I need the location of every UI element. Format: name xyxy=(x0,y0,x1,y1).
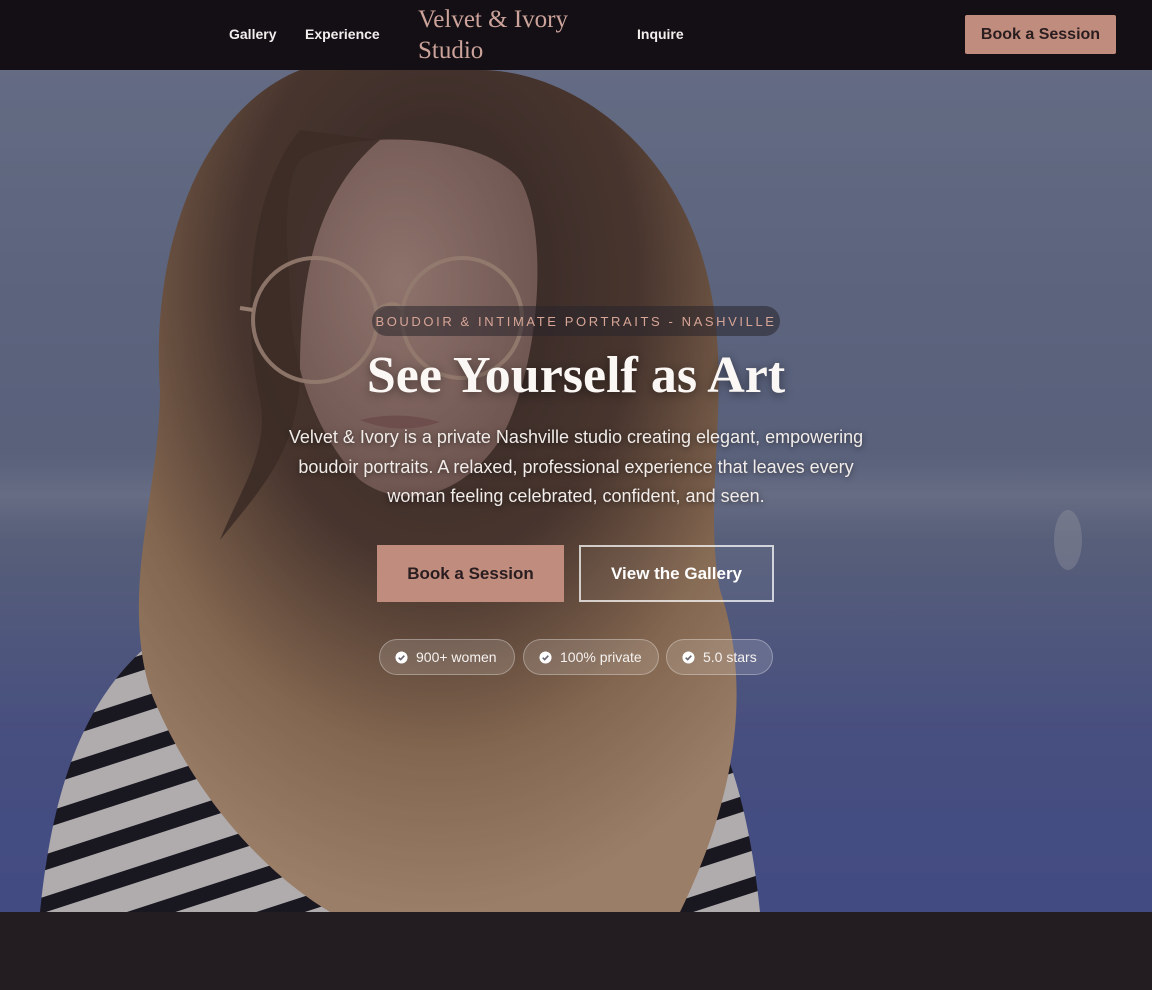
next-section xyxy=(0,912,1152,990)
check-circle-icon xyxy=(395,650,408,664)
trust-badge-rating: 5.0 stars xyxy=(666,639,773,675)
check-circle-icon xyxy=(682,650,695,664)
trust-badge-private: 100% private xyxy=(523,639,659,675)
hero-headline: See Yourself as Art xyxy=(366,347,786,404)
trust-badge-label: 900+ women xyxy=(416,649,497,665)
check-circle-icon xyxy=(539,650,552,664)
trust-badge-label: 5.0 stars xyxy=(703,649,757,665)
brand-logo[interactable]: Velvet & Ivory Studio xyxy=(418,4,608,66)
hero-book-session-button[interactable]: Book a Session xyxy=(377,545,564,602)
top-nav: Gallery Experience Velvet & Ivory Studio… xyxy=(0,0,1152,70)
hero-eyebrow-tag: BOUDOIR & INTIMATE PORTRAITS - NASHVILLE xyxy=(372,306,780,336)
trust-badge-women: 900+ women xyxy=(379,639,515,675)
nav-book-session-button[interactable]: Book a Session xyxy=(965,15,1116,54)
nav-link-experience[interactable]: Experience xyxy=(305,25,380,43)
nav-link-gallery[interactable]: Gallery xyxy=(229,25,276,43)
hero-section: BOUDOIR & INTIMATE PORTRAITS - NASHVILLE… xyxy=(0,70,1152,912)
hero-description: Velvet & Ivory is a private Nashville st… xyxy=(288,427,864,506)
view-gallery-button[interactable]: View the Gallery xyxy=(579,545,774,602)
nav-link-inquire[interactable]: Inquire xyxy=(637,25,684,43)
trust-badge-label: 100% private xyxy=(560,649,642,665)
